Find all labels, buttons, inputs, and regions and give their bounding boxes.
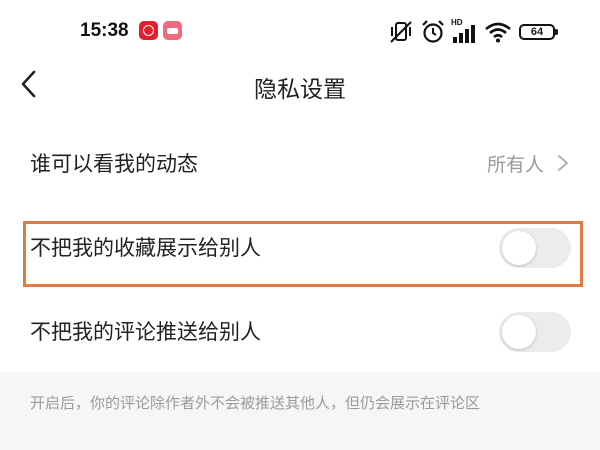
header: 隐私设置 [0,60,600,110]
wifi-icon [485,22,511,43]
footer-area: 开启后，你的评论除作者外不会被推送其他人，但仍会展示在评论区 [0,372,600,450]
setting-row-hide-comments: 不把我的评论推送给别人 [0,302,600,358]
chevron-right-icon [558,155,568,171]
setting-row-feed-visibility[interactable]: 谁可以看我的动态 所有人 [0,134,600,190]
hide-favorites-toggle[interactable] [499,228,571,268]
setting-row-hide-favorites: 不把我的收藏展示给别人 [0,218,600,274]
alarm-icon [422,20,444,43]
mute-vibrate-icon [390,21,412,43]
footer-note: 开启后，你的评论除作者外不会被推送其他人，但仍会展示在评论区 [30,394,481,412]
cell-signal-icon [453,25,475,43]
status-bar: 15:38 HD 64 [0,0,600,66]
toggle-knob [502,315,536,349]
hide-comments-toggle[interactable] [499,312,571,352]
setting-label: 谁可以看我的动态 [30,152,198,176]
toggle-knob [502,231,536,265]
setting-label: 不把我的评论推送给别人 [30,320,261,344]
page-title: 隐私设置 [254,77,346,103]
battery-icon: 64 [519,24,558,40]
shopping-app-icon [163,21,182,40]
netease-music-icon [139,21,158,40]
setting-label: 不把我的收藏展示给别人 [30,236,261,260]
setting-value: 所有人 [486,154,544,176]
status-time: 15:38 [80,20,129,41]
